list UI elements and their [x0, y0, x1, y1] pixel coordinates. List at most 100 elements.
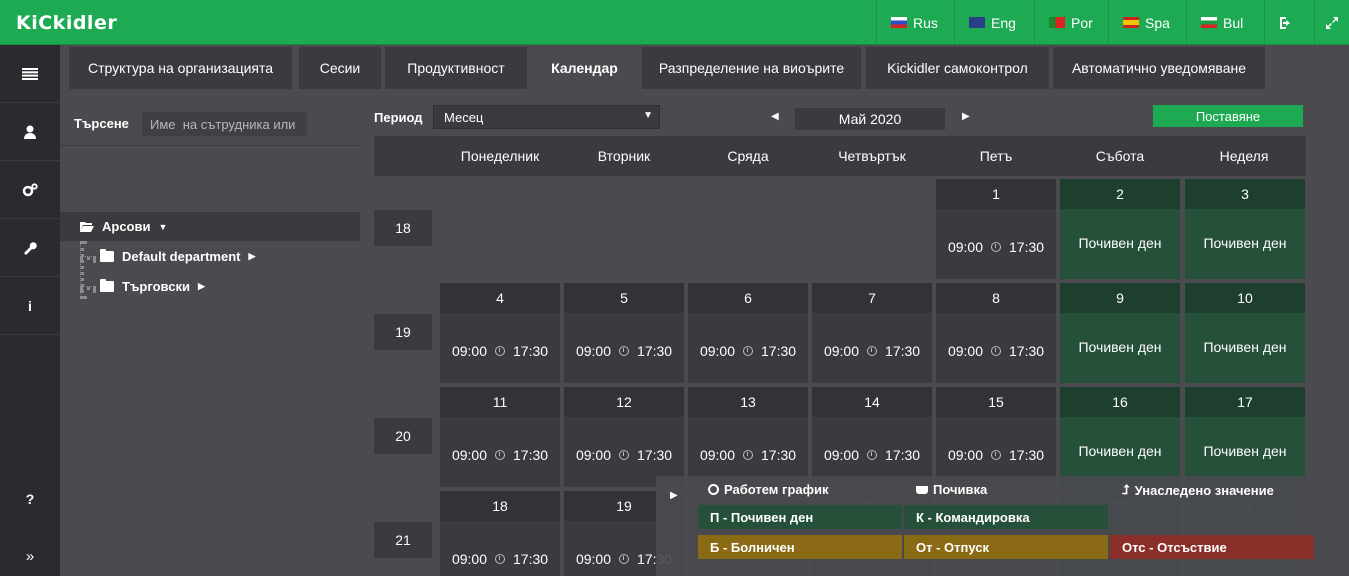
day-cell-holiday[interactable]: 10 Почивен ден	[1185, 283, 1305, 383]
tree-root-row[interactable]: Арсови ▼	[60, 212, 360, 241]
lang-rus[interactable]: Rus	[876, 0, 946, 45]
settings-gears-icon[interactable]	[0, 161, 60, 219]
period-select[interactable]: Месец ▼	[433, 105, 660, 129]
lang-eng[interactable]: Eng	[954, 0, 1026, 45]
inherit-arrow-icon: ⮥	[1122, 482, 1130, 497]
tab-calendar[interactable]: Календар	[531, 47, 638, 89]
legend-absence[interactable]: Отс - Отсъствие	[1110, 535, 1314, 559]
work-time: 09:00 17:30	[451, 447, 549, 463]
search-input[interactable]	[142, 112, 307, 136]
tab-bar: Структура на организацията Сесии Продукт…	[60, 45, 1349, 89]
day-number: 16	[1060, 387, 1180, 417]
period-value: Месец	[444, 109, 484, 125]
expand-sidebar-icon[interactable]: »	[0, 527, 60, 576]
day-cell[interactable]: 11 09:00 17:30	[440, 387, 560, 487]
work-time: 09:00 17:30	[699, 447, 797, 463]
work-time: 09:00 17:30	[947, 447, 1045, 463]
work-time: 09:00 17:30	[823, 447, 921, 463]
caret-right-icon: ▶	[197, 281, 205, 291]
help-icon[interactable]: ?	[0, 470, 60, 528]
day-cell[interactable]: 6 09:00 17:30	[688, 283, 808, 383]
logout-icon[interactable]	[1264, 0, 1304, 45]
info-icon[interactable]: i	[0, 277, 60, 335]
tree-guide-line	[80, 241, 84, 299]
fullscreen-icon[interactable]	[1314, 0, 1349, 45]
next-month-button[interactable]: ▶	[962, 111, 970, 122]
work-time: 09:00 17:30	[947, 239, 1045, 255]
tab-view-distribution[interactable]: Разпределение на виоърите	[642, 47, 861, 89]
work-time: 09:00 17:30	[575, 447, 673, 463]
folder-open-icon	[80, 221, 94, 232]
calendar-header: Понеделник Вторник Сряда Четвъртък Петъ …	[374, 136, 1306, 176]
day-number: 7	[812, 283, 932, 313]
day-cell[interactable]: 14 09:00 17:30	[812, 387, 932, 487]
tree-guide-line	[80, 286, 96, 290]
day-number: 5	[564, 283, 684, 313]
work-time: 09:00 17:30	[575, 343, 673, 359]
tree-node-default-department[interactable]: Default department ▶	[100, 249, 255, 264]
day-number: 17	[1185, 387, 1305, 417]
day-cell-holiday[interactable]: 2 Почивен ден	[1060, 179, 1180, 279]
day-cell[interactable]: 13 09:00 17:30	[688, 387, 808, 487]
user-icon[interactable]	[0, 103, 60, 161]
day-cell-holiday[interactable]: 9 Почивен ден	[1060, 283, 1180, 383]
holiday-text: Почивен ден	[1078, 339, 1162, 355]
day-cell[interactable]: 18 09:00 17:30	[440, 491, 560, 576]
legend-vacation[interactable]: От - Отпуск	[904, 535, 1108, 559]
collapse-legend-icon[interactable]: ▶	[670, 490, 678, 501]
day-cell[interactable]: 7 09:00 17:30	[812, 283, 932, 383]
wrench-icon[interactable]	[0, 219, 60, 277]
day-number: 2	[1060, 179, 1180, 209]
day-name: Понеделник	[460, 148, 540, 164]
tab-auto-notify[interactable]: Автоматично уведомяване	[1053, 47, 1265, 89]
menu-icon[interactable]	[0, 45, 60, 103]
top-bar: KiCkidler Rus Eng Por Spa Bul	[0, 0, 1349, 45]
day-cell-holiday[interactable]: 3 Почивен ден	[1185, 179, 1305, 279]
day-name: Вторник	[597, 148, 651, 164]
lang-bul[interactable]: Bul	[1186, 0, 1262, 45]
clock-icon	[495, 554, 505, 564]
legend-panel: ▶ Работем график Почивка ⮥ Унаследено зн…	[656, 476, 1316, 576]
coffee-icon	[916, 485, 928, 494]
week-number: 19	[374, 314, 432, 350]
tab-productivity[interactable]: Продуктивност	[385, 47, 527, 89]
day-cell-holiday[interactable]: 16 Почивен ден	[1060, 387, 1180, 487]
tree-node-label: Търговски	[122, 279, 190, 294]
caret-down-icon: ▼	[158, 221, 168, 232]
work-time: 09:00 17:30	[947, 343, 1045, 359]
legend-work-schedule: Работем график	[708, 482, 829, 497]
day-cell-holiday[interactable]: 17 Почивен ден	[1185, 387, 1305, 487]
tree-node-root[interactable]: Арсови ▼	[80, 219, 167, 234]
legend-break: Почивка	[916, 482, 987, 497]
day-cell[interactable]: 12 09:00 17:30	[564, 387, 684, 487]
caret-right-icon: ▶	[248, 251, 256, 261]
tab-self-control[interactable]: Kickidler самоконтрол	[866, 47, 1049, 89]
search-label: Търсене	[74, 116, 129, 131]
insert-button[interactable]: Поставяне	[1153, 105, 1303, 127]
tree-node-sales[interactable]: Търговски ▶	[100, 279, 205, 294]
day-cell[interactable]: 1 09:00 17:30	[936, 179, 1056, 279]
day-number: 1	[936, 179, 1056, 209]
legend-day-off[interactable]: П - Почивен ден	[698, 505, 902, 529]
tab-org-structure[interactable]: Структура на организацията	[69, 47, 292, 89]
russia-flag-icon	[891, 17, 907, 28]
legend-business-trip[interactable]: К - Командировка	[904, 505, 1108, 529]
lang-spa[interactable]: Spa	[1108, 0, 1184, 45]
day-number: 15	[936, 387, 1056, 417]
week-number: 20	[374, 418, 432, 454]
day-cell[interactable]: 5 09:00 17:30	[564, 283, 684, 383]
legend-sick[interactable]: Б - Болничен	[698, 535, 902, 559]
lang-por[interactable]: Por	[1034, 0, 1106, 45]
day-cell[interactable]: 8 09:00 17:30	[936, 283, 1056, 383]
day-name: Четвъртък	[838, 148, 906, 164]
day-cell[interactable]: 15 09:00 17:30	[936, 387, 1056, 487]
work-time: 09:00 17:30	[699, 343, 797, 359]
tab-sessions[interactable]: Сесии	[299, 47, 381, 89]
tree-node-label: Арсови	[102, 219, 151, 234]
day-cell[interactable]: 4 09:00 17:30	[440, 283, 560, 383]
holiday-text: Почивен ден	[1203, 235, 1287, 251]
week-number: 18	[374, 210, 432, 246]
logo: KiCkidler	[16, 12, 118, 34]
day-name: Сряда	[727, 148, 769, 164]
prev-month-button[interactable]: ◀	[771, 111, 779, 122]
